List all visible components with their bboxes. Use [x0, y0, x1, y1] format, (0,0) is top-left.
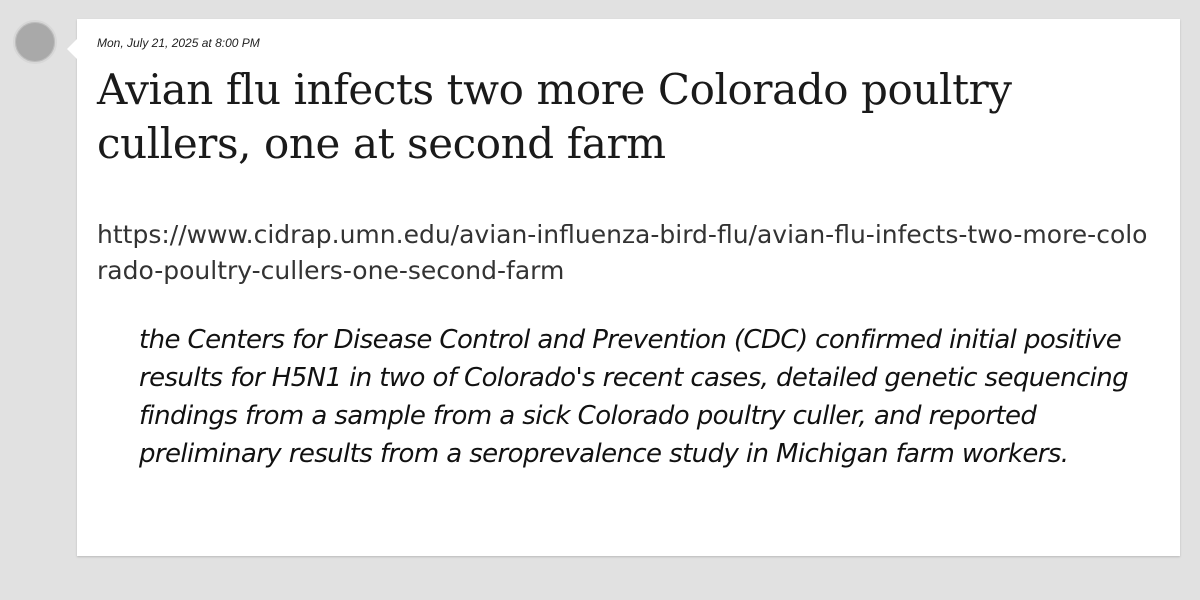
post-headline: Avian flu infects two more Colorado poul… [97, 65, 1012, 168]
avatar[interactable] [13, 20, 57, 64]
post-url-link[interactable]: https://www.cidrap.umn.edu/avian-influen… [97, 217, 1157, 289]
post-card: Mon, July 21, 2025 at 8:00 PM Avian flu … [67, 19, 1180, 556]
post-timestamp: Mon, July 21, 2025 at 8:00 PM [97, 36, 260, 50]
post-quote: the Centers for Disease Control and Prev… [139, 325, 1129, 469]
page: Mon, July 21, 2025 at 8:00 PM Avian flu … [0, 0, 1200, 600]
